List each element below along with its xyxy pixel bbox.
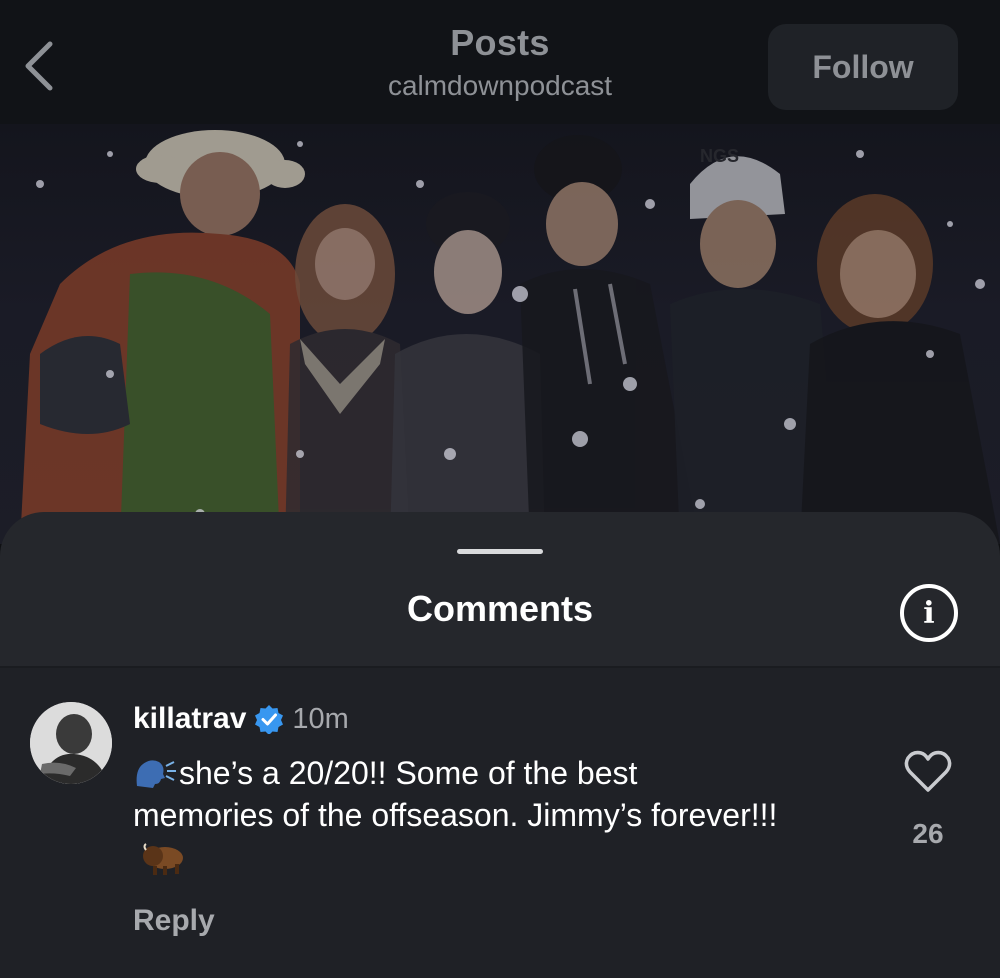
group-photo-illustration: NGS bbox=[20, 130, 1000, 544]
comments-sheet: Comments i killatrav 10m she’s a 20/20!!… bbox=[0, 512, 1000, 978]
reply-button[interactable]: Reply bbox=[133, 904, 215, 938]
verified-badge-icon bbox=[255, 705, 284, 734]
heart-icon[interactable] bbox=[904, 750, 952, 794]
post-photo: NGS bbox=[0, 124, 1000, 544]
drag-handle[interactable] bbox=[457, 549, 543, 554]
hat-text: NGS bbox=[700, 146, 739, 166]
comment-item: killatrav 10m she’s a 20/20!! Some of th… bbox=[0, 668, 1000, 978]
top-nav-bar: Posts calmdownpodcast Follow bbox=[0, 0, 1000, 124]
avatar-image bbox=[30, 702, 112, 784]
comment-header: killatrav 10m bbox=[133, 702, 349, 736]
like-count: 26 bbox=[912, 818, 944, 849]
person-2 bbox=[285, 204, 410, 544]
comment-text: she’s a 20/20!! Some of the best memorie… bbox=[133, 755, 778, 833]
comments-title: Comments bbox=[406, 588, 594, 629]
comment-body: she’s a 20/20!! Some of the best memorie… bbox=[133, 752, 783, 878]
person-6 bbox=[800, 194, 1000, 544]
comment-timestamp: 10m bbox=[292, 702, 349, 735]
comment-username[interactable]: killatrav bbox=[133, 702, 246, 736]
speaking-head-icon bbox=[136, 760, 176, 788]
person-costume bbox=[20, 130, 305, 544]
follow-button[interactable]: Follow bbox=[768, 24, 958, 110]
info-icon[interactable]: i bbox=[900, 584, 958, 642]
person-3 bbox=[390, 192, 545, 544]
bison-icon bbox=[143, 843, 183, 875]
avatar[interactable] bbox=[30, 702, 112, 784]
